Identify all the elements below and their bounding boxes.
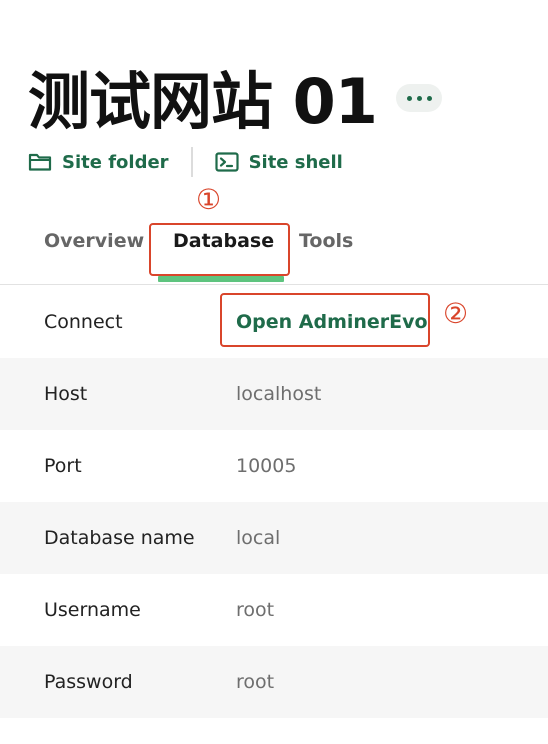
site-links: Site folder Site shell xyxy=(28,146,343,178)
row-value: localhost xyxy=(236,383,322,405)
active-tab-indicator xyxy=(158,276,284,282)
annotation-box-connect xyxy=(220,293,430,347)
table-row: Database name local xyxy=(0,502,548,574)
row-value: local xyxy=(236,527,281,549)
page-title: 测试网站 01 xyxy=(28,65,378,138)
annotation-box-database-tab xyxy=(149,223,290,276)
site-folder-label: Site folder xyxy=(62,151,169,173)
site-shell-label: Site shell xyxy=(248,151,343,173)
site-shell-link[interactable]: Site shell xyxy=(214,151,343,173)
row-value: root xyxy=(236,599,275,621)
table-row: Password root xyxy=(0,646,548,718)
row-label: Password xyxy=(44,671,133,693)
dot-icon xyxy=(416,95,422,101)
row-label: Username xyxy=(44,599,141,621)
table-row: Host localhost xyxy=(0,358,548,430)
tab-overview[interactable]: Overview xyxy=(44,230,144,252)
table-row: Username root xyxy=(0,574,548,646)
folder-icon xyxy=(28,153,52,171)
row-label: Database name xyxy=(44,527,195,549)
row-value: root xyxy=(236,671,275,693)
annotation-marker-2: ② xyxy=(443,297,469,330)
dot-icon xyxy=(406,95,412,101)
site-folder-link[interactable]: Site folder xyxy=(28,152,169,173)
row-label: Connect xyxy=(44,311,123,333)
more-options-button[interactable] xyxy=(396,84,442,112)
page: 测试网站 01 Site folder Site shell ① Overvie… xyxy=(0,0,548,744)
divider xyxy=(190,147,193,177)
tab-tools[interactable]: Tools xyxy=(299,230,353,252)
table-row: Port 10005 xyxy=(0,430,548,502)
database-info-table: Connect Open AdminerEvo Host localhost P… xyxy=(0,286,548,718)
row-label: Port xyxy=(44,455,82,477)
row-value: 10005 xyxy=(236,455,297,477)
dot-icon xyxy=(426,95,432,101)
annotation-marker-1: ① xyxy=(196,183,222,216)
terminal-icon xyxy=(214,152,239,172)
row-label: Host xyxy=(44,383,88,405)
